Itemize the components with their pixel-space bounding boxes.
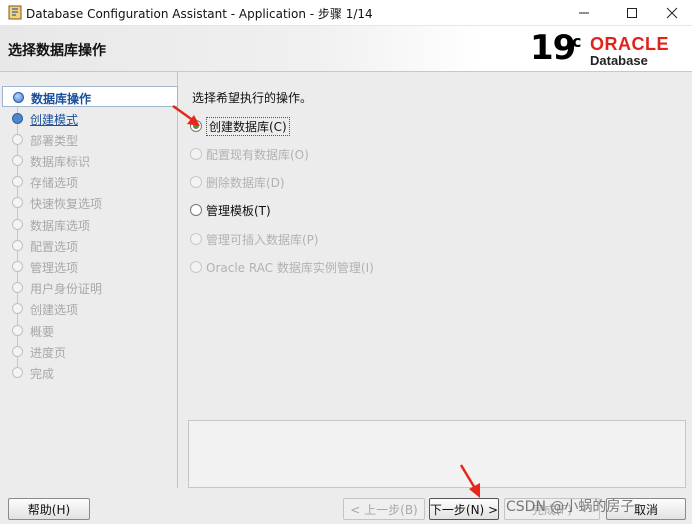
- maximize-button[interactable]: [612, 0, 652, 26]
- option-label: 创建数据库(C): [206, 116, 290, 136]
- next-button[interactable]: 下一步(N) >: [429, 498, 499, 520]
- app-icon: [8, 5, 22, 20]
- step-pending-icon: [12, 197, 23, 208]
- step-done-icon: [12, 113, 23, 124]
- operation-prompt: 选择希望执行的操作。: [192, 91, 313, 105]
- finish-button: 完成(F): [504, 498, 600, 520]
- step-pending-icon: [12, 303, 23, 314]
- step-database-identification: 数据库标识: [2, 150, 178, 171]
- step-label: 管理选项: [30, 261, 79, 275]
- step-summary: 概要: [2, 320, 178, 341]
- step-pending-icon: [12, 325, 23, 336]
- step-label: 部署类型: [30, 134, 79, 148]
- step-database-operation[interactable]: 数据库操作: [2, 86, 178, 107]
- step-label: 数据库选项: [30, 219, 91, 233]
- step-label: 进度页: [30, 346, 67, 360]
- main-area: 数据库操作 创建模式 部署类型 数据库标识 存储选项 快速恢复选项 数据库选项: [0, 72, 692, 492]
- footer-bar: 帮助(H) < 上一步(B) 下一步(N) > 完成(F) 取消: [0, 492, 692, 524]
- window-title: Database Configuration Assistant - Appli…: [26, 7, 373, 21]
- close-button[interactable]: [652, 0, 692, 26]
- step-pending-icon: [12, 346, 23, 357]
- option-label: 管理可插入数据库(P): [206, 232, 319, 247]
- step-label: 完成: [30, 367, 55, 381]
- radio-checked-icon[interactable]: [190, 120, 202, 132]
- option-manage-templates[interactable]: 管理模板(T): [190, 200, 271, 220]
- step-creation-mode[interactable]: 创建模式: [2, 108, 178, 129]
- page-title: 选择数据库操作: [8, 43, 106, 59]
- option-create-database[interactable]: 创建数据库(C): [190, 116, 290, 136]
- option-configure-existing-database: 配置现有数据库(O): [190, 144, 309, 164]
- step-pending-icon: [12, 176, 23, 187]
- step-fast-recovery-option: 快速恢复选项: [2, 192, 178, 213]
- cancel-button[interactable]: 取消: [606, 498, 686, 520]
- step-pending-icon: [12, 240, 23, 251]
- step-progress-page: 进度页: [2, 341, 178, 362]
- step-user-credentials: 用户身份证明: [2, 277, 178, 298]
- logo-version-suffix: c: [572, 32, 582, 51]
- title-bar: Database Configuration Assistant - Appli…: [0, 0, 692, 26]
- option-rac-instance-management: Oracle RAC 数据库实例管理(I): [190, 257, 374, 277]
- option-manage-pluggable-databases: 管理可插入数据库(P): [190, 229, 319, 249]
- radio-icon[interactable]: [190, 204, 202, 216]
- minimize-button[interactable]: [564, 0, 604, 26]
- step-pending-icon: [12, 282, 23, 293]
- option-label: 管理模板(T): [206, 203, 271, 218]
- step-label: 数据库标识: [30, 155, 91, 169]
- description-box: [188, 420, 686, 488]
- logo-brand: ORACLE: [590, 34, 669, 54]
- step-label: 数据库操作: [31, 92, 92, 106]
- close-icon: [666, 7, 678, 19]
- radio-icon: [190, 261, 202, 273]
- option-label: 配置现有数据库(O): [206, 147, 309, 162]
- step-storage-option: 存储选项: [2, 171, 178, 192]
- oracle-logo: 19 c ORACLE Database: [530, 30, 688, 70]
- step-label: 概要: [30, 325, 55, 339]
- step-pending-icon: [12, 155, 23, 166]
- minimize-icon: [579, 12, 589, 14]
- step-deployment-type: 部署类型: [2, 129, 178, 150]
- option-label: 删除数据库(D): [206, 175, 285, 190]
- option-delete-database: 删除数据库(D): [190, 172, 285, 192]
- step-label: 创建模式: [30, 113, 79, 127]
- step-current-icon: [13, 92, 24, 103]
- help-button[interactable]: 帮助(H): [8, 498, 90, 520]
- content-panel: 选择希望执行的操作。 创建数据库(C) 配置现有数据库(O) 删除数据库(D) …: [184, 72, 690, 488]
- back-button: < 上一步(B): [343, 498, 425, 520]
- step-pending-icon: [12, 261, 23, 272]
- option-label: Oracle RAC 数据库实例管理(I): [206, 260, 374, 275]
- step-database-options: 数据库选项: [2, 214, 178, 235]
- step-pending-icon: [12, 134, 23, 145]
- steps-sidebar: 数据库操作 创建模式 部署类型 数据库标识 存储选项 快速恢复选项 数据库选项: [2, 72, 178, 488]
- step-label: 用户身份证明: [30, 282, 103, 296]
- step-configuration-options: 配置选项: [2, 235, 178, 256]
- radio-icon: [190, 176, 202, 188]
- step-creation-options: 创建选项: [2, 298, 178, 319]
- step-pending-icon: [12, 219, 23, 230]
- step-label: 存储选项: [30, 176, 79, 190]
- step-finish: 完成: [2, 362, 178, 383]
- logo-product: Database: [590, 53, 648, 68]
- radio-icon: [190, 233, 202, 245]
- logo-version: 19: [530, 28, 576, 68]
- step-label: 创建选项: [30, 303, 79, 317]
- step-pending-icon: [12, 367, 23, 378]
- step-management-options: 管理选项: [2, 256, 178, 277]
- maximize-icon: [627, 8, 637, 18]
- step-label: 快速恢复选项: [30, 197, 103, 211]
- step-label: 配置选项: [30, 240, 79, 254]
- radio-icon: [190, 148, 202, 160]
